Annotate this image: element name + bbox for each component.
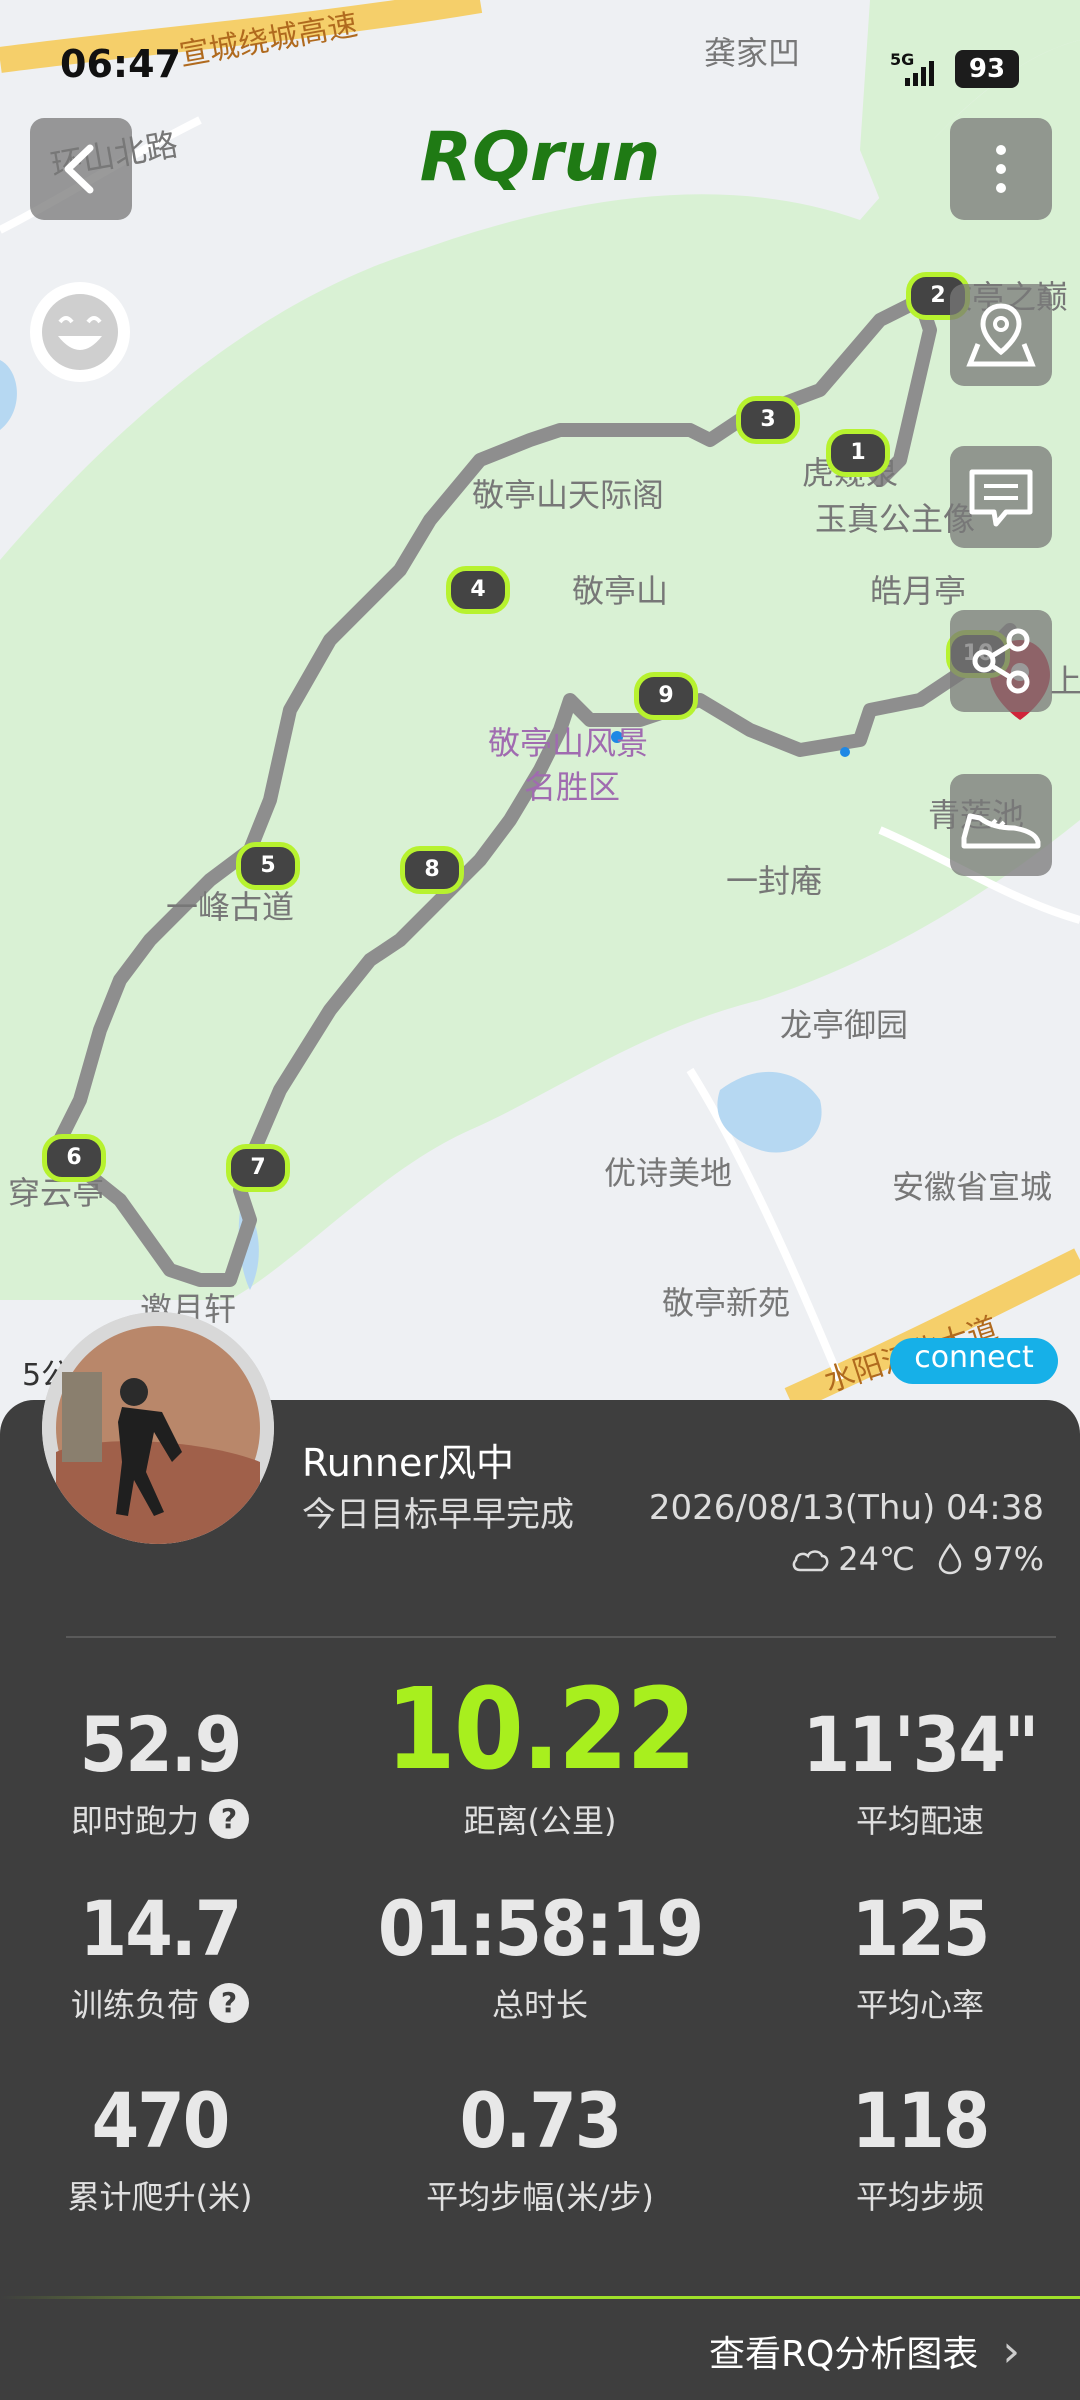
avatar-photo <box>42 1312 274 1544</box>
km-marker-5[interactable]: 5 <box>236 842 300 890</box>
status-time: 06:47 <box>60 42 181 86</box>
stat-value: 14.7 <box>79 1884 243 1973</box>
analysis-link[interactable]: 查看RQ分析图表 › <box>709 2325 1020 2377</box>
shoe-button[interactable] <box>950 774 1052 876</box>
help-icon[interactable]: ? <box>209 1983 249 2023</box>
analysis-link-label: 查看RQ分析图表 <box>709 2334 979 2375</box>
stat-label: 总时长 <box>491 1986 588 2024</box>
km-marker-1[interactable]: 1 <box>826 429 890 477</box>
map-label-youshi: 优诗美地 <box>604 1154 733 1192</box>
chevron-right-icon: › <box>1002 2325 1020 2377</box>
stat-avg-pace: 11'34" 平均配速 <box>740 1700 1080 1842</box>
location-button[interactable] <box>950 284 1052 386</box>
map-label-jingting: 敬亭山 <box>572 572 669 610</box>
temperature: 24℃ <box>838 1540 915 1578</box>
map-label-haoyue: 皓月亭 <box>870 572 967 610</box>
status-bar: 06:47 5G 93 <box>0 0 1080 100</box>
signal-icon <box>905 61 934 86</box>
route-map[interactable]: 宣城绕城高速 龚家凹 环山北路 敬亭之巅 敬亭山天际阁 虎窥泉 玉真公主像 敬亭… <box>0 0 1080 1420</box>
share-icon <box>972 628 1030 694</box>
stat-value: 01:58:19 <box>377 1884 704 1973</box>
map-label-tianji: 敬亭山天际阁 <box>472 476 665 514</box>
stat-avg-cadence: 118 平均步频 <box>740 2076 1080 2218</box>
stat-value: 125 <box>851 1884 991 1973</box>
stat-label: 即时跑力 <box>70 1802 199 1840</box>
km-marker-3[interactable]: 3 <box>736 396 800 444</box>
stat-label: 平均心率 <box>855 1986 984 2024</box>
stat-avg-stride: 0.73 平均步幅(米/步) <box>360 2076 720 2218</box>
footer-divider <box>0 2296 1080 2299</box>
help-icon[interactable]: ? <box>209 1799 249 1839</box>
comment-button[interactable] <box>950 446 1052 548</box>
cloud-icon <box>792 1550 829 1572</box>
mood-button[interactable] <box>30 282 130 382</box>
activity-datetime: 2026/08/13(Thu) 04:38 <box>648 1488 1044 1528</box>
stat-label: 训练负荷 <box>70 1986 199 2024</box>
avatar[interactable] <box>42 1312 274 1544</box>
stat-label: 平均步幅(米/步) <box>426 2178 654 2216</box>
location-icon <box>966 303 1036 367</box>
more-button[interactable] <box>950 118 1052 220</box>
stat-value: 118 <box>851 2076 991 2165</box>
map-label-anhui: 安徽省宣城 <box>892 1168 1053 1206</box>
map-label-xinyuan: 敬亭新苑 <box>662 1284 791 1322</box>
km-marker-9[interactable]: 9 <box>634 672 698 720</box>
stat-value: 11'34" <box>802 1700 1040 1789</box>
weather-info: 24℃ 97% <box>790 1540 1044 1578</box>
map-label-shang: 上 <box>1050 662 1080 700</box>
map-label-scenic-2: 名胜区 <box>524 768 621 806</box>
stat-value: 470 <box>91 2076 231 2165</box>
map-label-yifengan: 一封庵 <box>726 862 823 900</box>
stat-label: 平均步频 <box>855 2178 984 2216</box>
stat-vdot: 52.9 即时跑力? <box>0 1700 340 1842</box>
stat-avg-heartrate: 125 平均心率 <box>740 1884 1080 2026</box>
stat-label: 平均配速 <box>855 1802 984 1840</box>
stat-duration: 01:58:19 总时长 <box>360 1884 720 2026</box>
stat-label: 距离(公里) <box>463 1802 617 1840</box>
panel-divider <box>66 1636 1056 1638</box>
more-icon <box>996 145 1006 193</box>
message-icon <box>969 469 1033 527</box>
stat-label: 累计爬升(米) <box>67 2178 253 2216</box>
drop-icon <box>938 1542 962 1575</box>
map-label-scenic: 敬亭山风景 <box>488 724 649 762</box>
goal-text: 今日目标早早完成 <box>302 1495 574 1535</box>
km-marker-4[interactable]: 4 <box>446 566 510 614</box>
km-marker-6[interactable]: 6 <box>42 1134 106 1182</box>
stat-training-load: 14.7 训练负荷? <box>0 1884 340 2026</box>
stat-elevation-gain: 470 累计爬升(米) <box>0 2076 340 2218</box>
user-name: Runner风中 <box>302 1441 514 1485</box>
smile-face-icon <box>42 294 118 370</box>
map-label-longting: 龙亭御园 <box>780 1006 909 1044</box>
km-marker-8[interactable]: 8 <box>400 846 464 894</box>
shoe-icon <box>961 813 1041 849</box>
garmin-connect-badge[interactable]: connect <box>890 1338 1058 1384</box>
km-marker-7[interactable]: 7 <box>226 1144 290 1192</box>
stat-value: 52.9 <box>79 1700 243 1789</box>
stat-value: 10.22 <box>385 1665 697 1795</box>
battery-indicator: 93 <box>955 50 1019 88</box>
stat-value: 0.73 <box>459 2076 623 2165</box>
humidity: 97% <box>972 1540 1044 1578</box>
app-title: RQrun <box>419 118 661 197</box>
share-button[interactable] <box>950 610 1052 712</box>
stat-distance: 10.22 距离(公里) <box>360 1670 720 1842</box>
